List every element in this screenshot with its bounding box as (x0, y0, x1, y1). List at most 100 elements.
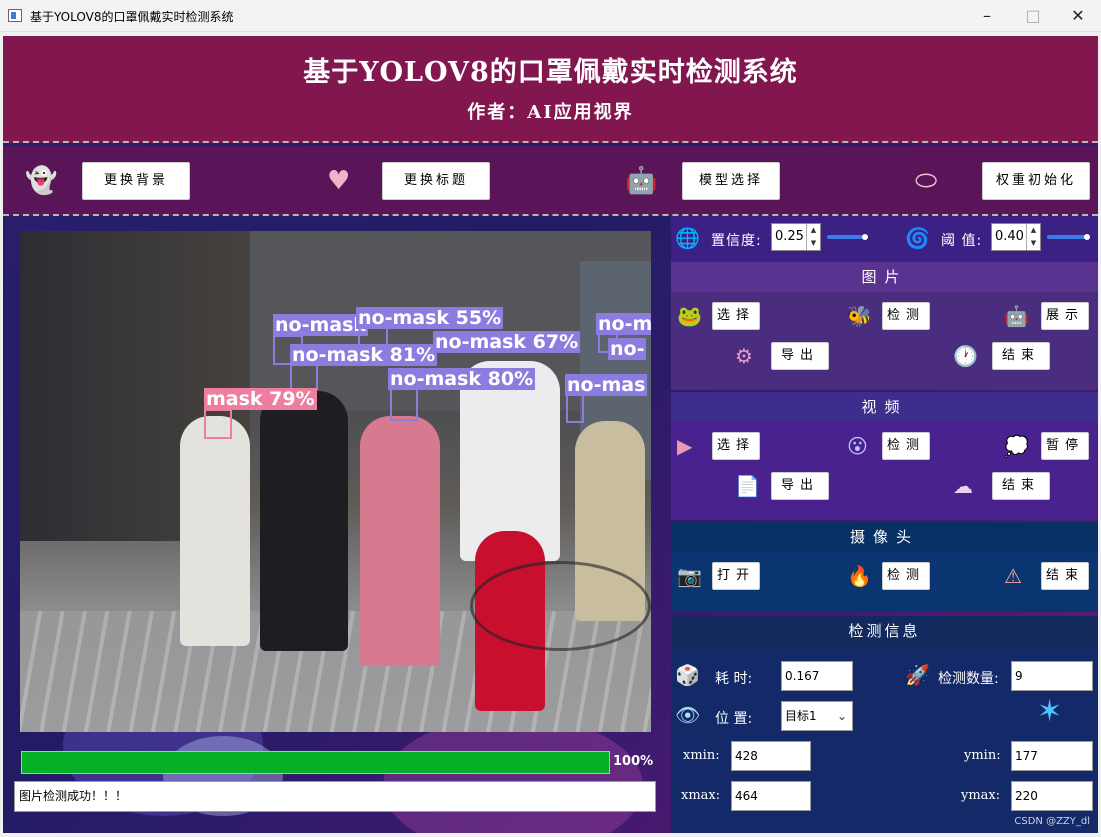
detection-label: no- (608, 338, 647, 360)
image-show-button[interactable]: 展示 (1041, 302, 1089, 330)
progress-fill (22, 752, 609, 773)
camera-stop-button[interactable]: 结束 (1041, 562, 1089, 590)
xmax-field[interactable]: 464 (731, 781, 811, 811)
gear-icon: ⚙ (735, 344, 753, 368)
cloud-icon: ☁ (953, 474, 973, 498)
model-select-button[interactable]: 模型选择 (682, 162, 780, 200)
watermark: CSDN @ZZY_dl (1014, 816, 1090, 827)
confidence-slider[interactable] (827, 234, 868, 240)
image-detect-button[interactable]: 检测 (882, 302, 930, 330)
rocket-icon: 🚀 (905, 663, 930, 687)
robot-icon: 🤖 (625, 166, 658, 196)
video-stop-button[interactable]: 结束 (992, 472, 1050, 500)
header-banner: 基于YOLOV8的口罩佩戴实时检测系统 作者：AI应用视界 (3, 36, 1098, 143)
swirl-icon: 🌀 (905, 226, 930, 250)
iou-value: 0.40 (995, 229, 1024, 244)
iou-label: 阈 值: (941, 233, 983, 249)
video-select-button[interactable]: 选择 (712, 432, 760, 460)
image-stop-button[interactable]: 结束 (992, 342, 1050, 370)
video-section: ▶ 选择 😮 检测 💭 暂停 📄 导出 ☁ 结束 (671, 422, 1098, 520)
heart-icon: ♥ (327, 166, 351, 196)
app-icon (8, 9, 22, 22)
count-label: 检测数量: (938, 671, 999, 687)
video-detect-button[interactable]: 检测 (882, 432, 930, 460)
progress-bar (21, 751, 610, 774)
video-pause-button[interactable]: 暂停 (1041, 432, 1089, 460)
chevron-down-icon: ⌄ (836, 709, 847, 723)
detection-label: no-mask 80% (388, 368, 536, 390)
ymax-label: ymax: (961, 788, 1001, 803)
change-background-button[interactable]: 更换背景 (82, 162, 190, 200)
detection-box (390, 387, 418, 421)
close-button[interactable]: ✕ (1055, 0, 1101, 32)
detection-label: no-mas (565, 374, 648, 396)
detection-label: no-mask 81% (290, 344, 438, 366)
status-field[interactable]: 图片检测成功！！！ (14, 781, 656, 812)
change-title-button[interactable]: 更换标题 (382, 162, 490, 200)
page-subtitle: 作者：AI应用视界 (467, 102, 634, 123)
clock-icon: 🕐 (953, 344, 978, 368)
detection-label: no-mask 55% (356, 307, 504, 329)
ymin-label: ymin: (964, 748, 1001, 763)
camera-detect-button[interactable]: 检测 (882, 562, 930, 590)
detection-label: no-mask (273, 314, 369, 336)
image-select-button[interactable]: 选择 (712, 302, 760, 330)
camera-section-header: 摄像头 (671, 522, 1098, 552)
time-field[interactable]: 0.167 (781, 661, 853, 691)
image-section: 🐸 选择 🐝 检测 🤖 展示 ⚙ 导出 🕐 结束 (671, 292, 1098, 390)
camera-icon: 📷 (677, 564, 702, 588)
position-select[interactable]: 目标1 ⌄ (781, 701, 853, 731)
confidence-spinbox[interactable]: 0.25 ▲ ▼ (771, 223, 821, 251)
robot-face-icon: 🤖 (1004, 304, 1029, 328)
dice-icon: 🎲 (675, 663, 700, 687)
star-logo-icon: ✶ (1037, 694, 1063, 729)
ymin-field[interactable]: 177 (1011, 741, 1093, 771)
confidence-label: 置信度: (711, 233, 762, 249)
ymax-field[interactable]: 220 (1011, 781, 1093, 811)
frog-icon: 🐸 (677, 304, 702, 328)
minimize-button[interactable]: – (964, 0, 1010, 32)
bubble-icon: 💭 (1004, 434, 1029, 458)
confidence-value: 0.25 (775, 229, 804, 244)
video-export-button[interactable]: 导出 (771, 472, 829, 500)
weight-init-button[interactable]: 权重初始化 (982, 162, 1090, 200)
warning-icon: ⚠ (1004, 564, 1022, 588)
camera-open-button[interactable]: 打开 (712, 562, 760, 590)
position-label: 位 置: (715, 711, 753, 727)
capsule-icon: ⬭ (915, 166, 938, 196)
bee-icon: 🐝 (847, 304, 872, 328)
globe-icon: 🌐 (675, 226, 700, 250)
toolbar: 👻 更换背景 ♥ 更换标题 🤖 模型选择 ⬭ 权重初始化 (3, 146, 1098, 216)
window-title: 基于YOLOV8的口罩佩戴实时检测系统 (30, 10, 234, 24)
detection-box (204, 409, 232, 439)
image-export-button[interactable]: 导出 (771, 342, 829, 370)
info-section-header: 检测信息 (671, 616, 1098, 648)
spin-arrows-icon[interactable]: ▲ ▼ (1026, 224, 1040, 250)
app-main: 基于YOLOV8的口罩佩戴实时检测系统 作者：AI应用视界 👻 更换背景 ♥ 更… (3, 36, 1098, 833)
video-section-header: 视频 (671, 392, 1098, 422)
detection-label: no-mask 67% (433, 331, 581, 353)
document-icon: 📄 (735, 474, 760, 498)
street-photo (20, 231, 651, 732)
iou-slider[interactable] (1047, 234, 1090, 240)
maximize-button[interactable]: □ (1010, 0, 1056, 32)
flame-icon: 🔥 (847, 564, 872, 588)
progress-text: 100% (613, 754, 654, 769)
time-label: 耗 时: (715, 671, 753, 687)
eye-icon: 👁 (675, 703, 701, 727)
window-titlebar: 基于YOLOV8的口罩佩戴实时检测系统 – □ ✕ (0, 0, 1101, 32)
play-icon: ▶ (677, 434, 693, 458)
xmin-field[interactable]: 428 (731, 741, 811, 771)
detection-image: no-mask no-mask 55% no-mask 81% no-mask … (20, 231, 651, 732)
camera-section: 📷 打开 🔥 检测 ⚠ 结束 (671, 552, 1098, 612)
detection-label: no-m (596, 313, 651, 335)
spin-arrows-icon[interactable]: ▲ ▼ (806, 224, 820, 250)
ghost-icon: 👻 (25, 166, 58, 196)
iou-spinbox[interactable]: 0.40 ▲ ▼ (991, 223, 1041, 251)
xmax-label: xmax: (681, 788, 721, 803)
detection-label: mask 79% (204, 388, 317, 410)
count-field[interactable]: 9 (1011, 661, 1093, 691)
info-section: 🎲 耗 时: 0.167 🚀 检测数量: 9 👁 位 置: 目标1 ⌄ ✶ xm… (671, 648, 1098, 833)
emoji-icon: 😮 (847, 434, 868, 458)
page-title: 基于YOLOV8的口罩佩戴实时检测系统 (303, 57, 798, 88)
